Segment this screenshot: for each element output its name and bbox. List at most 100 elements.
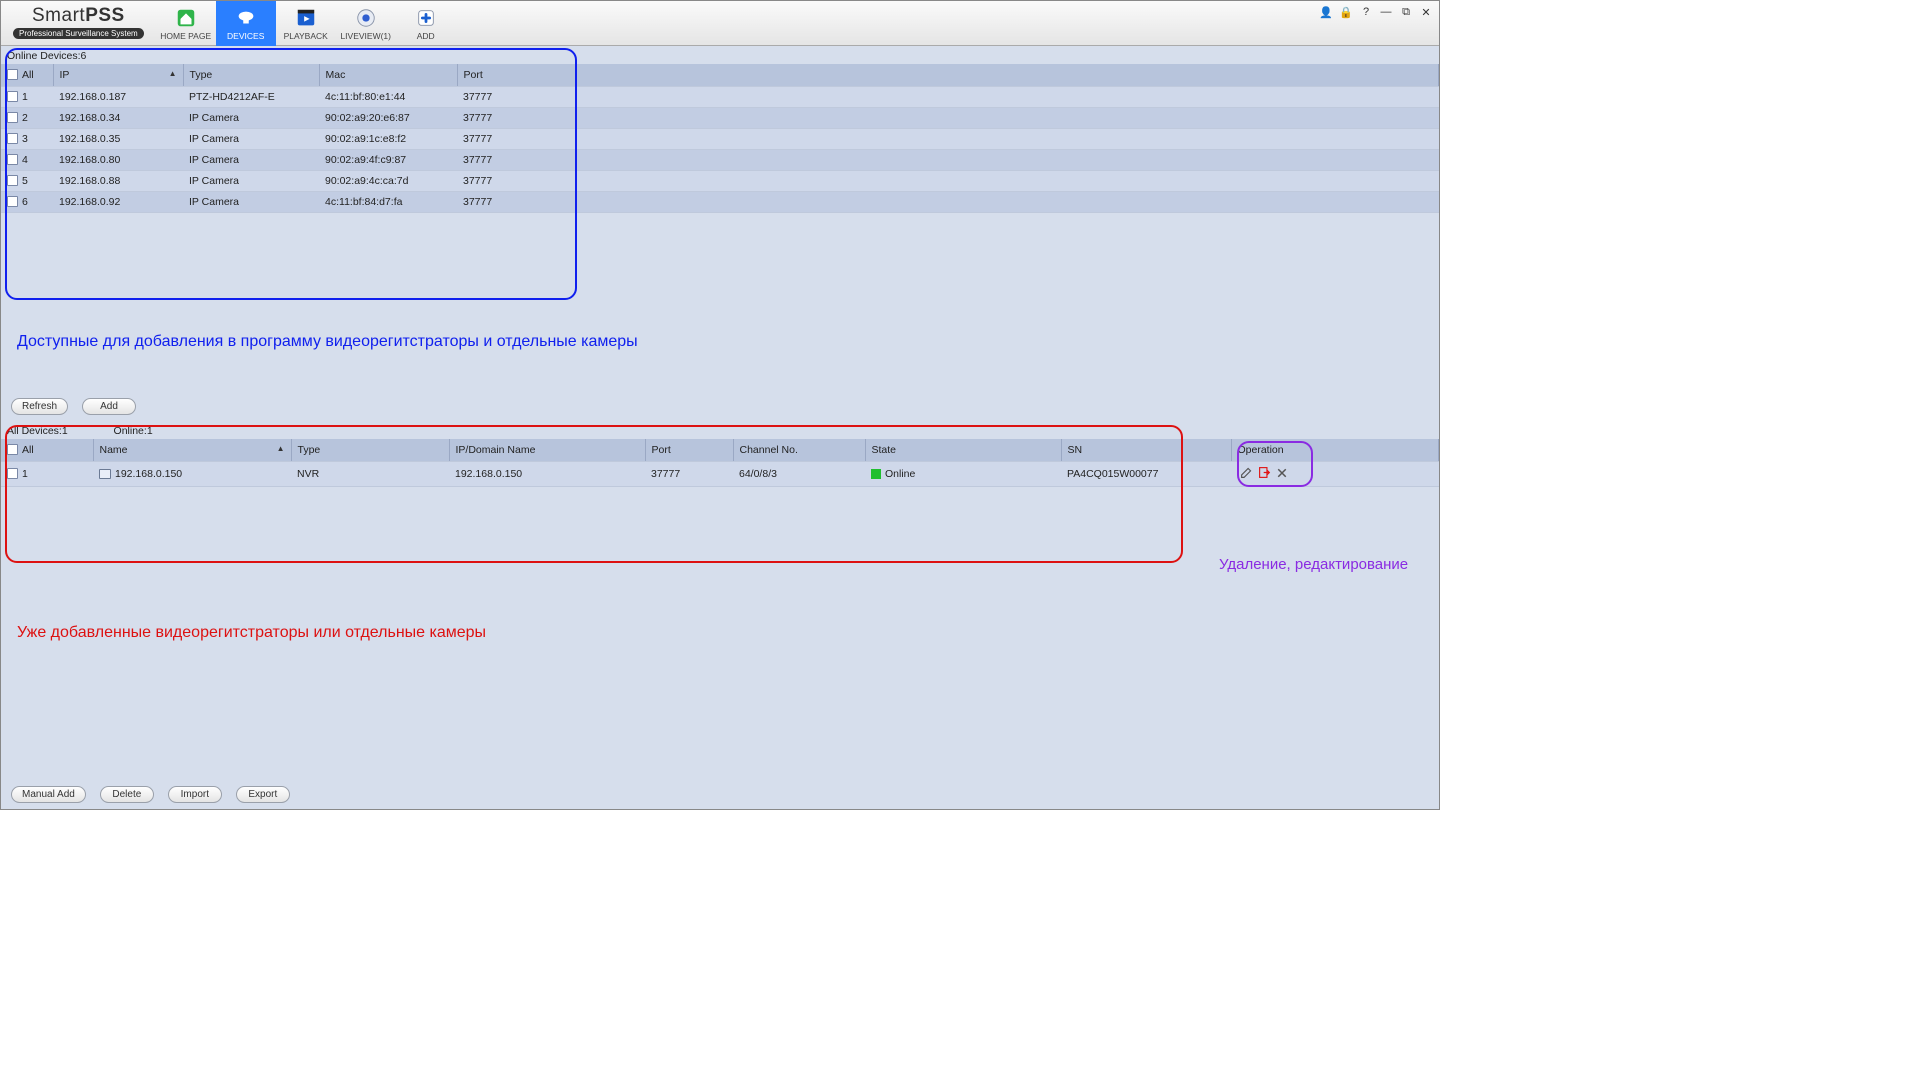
col-port[interactable]: Port <box>457 64 1439 86</box>
table-header-row: All Name▲ Type IP/Domain Name Port Chann… <box>1 439 1439 461</box>
row-checkbox[interactable] <box>7 133 18 144</box>
all-devices-pane: All Devices:1 Online:1 All Name▲ Type IP… <box>1 421 1439 809</box>
user-icon[interactable]: 👤 <box>1319 5 1333 19</box>
brand-subtitle: Professional Surveillance System <box>13 28 144 39</box>
table-row[interactable]: 6192.168.0.92IP Camera4c:11:bf:84:d7:fa3… <box>1 191 1439 212</box>
all-buttons-row: Manual Add Delete Import Export <box>1 780 1439 809</box>
cell-type: IP Camera <box>183 191 319 212</box>
annotation-added-caption: Уже добавленные видеорегитстраторы или о… <box>17 624 486 642</box>
row-checkbox[interactable] <box>7 196 18 207</box>
col-all[interactable]: All <box>1 439 93 461</box>
cell-ip: 192.168.0.80 <box>53 149 183 170</box>
brand-title: SmartPSS <box>32 5 125 27</box>
col-name[interactable]: Name▲ <box>93 439 291 461</box>
main-tabs: HOME PAGE DEVICES PLAYBACK LIVEVIEW(1) A… <box>156 1 456 46</box>
tab-playback[interactable]: PLAYBACK <box>276 1 336 46</box>
cell-ip: 192.168.0.88 <box>53 170 183 191</box>
row-checkbox[interactable] <box>7 112 18 123</box>
import-button[interactable]: Import <box>168 786 222 803</box>
col-port[interactable]: Port <box>645 439 733 461</box>
cell-operation <box>1231 461 1439 487</box>
col-ip[interactable]: IP▲ <box>53 64 183 86</box>
cell-mac: 4c:11:bf:80:e1:44 <box>319 86 457 107</box>
col-type[interactable]: Type <box>291 439 449 461</box>
help-icon[interactable]: ? <box>1359 5 1373 19</box>
col-all[interactable]: All <box>1 64 53 86</box>
table-row[interactable]: 1192.168.0.150NVR192.168.0.1503777764/0/… <box>1 461 1439 487</box>
tab-home-page[interactable]: HOME PAGE <box>156 1 216 46</box>
cell-type: IP Camera <box>183 128 319 149</box>
sort-asc-icon: ▲ <box>169 69 177 78</box>
delete-button[interactable]: Delete <box>100 786 154 803</box>
col-sn[interactable]: SN <box>1061 439 1231 461</box>
table-header-row: All IP▲ Type Mac Port <box>1 64 1439 86</box>
cell-type: NVR <box>291 461 449 487</box>
cell-port: 37777 <box>457 86 1439 107</box>
cell-type: IP Camera <box>183 149 319 170</box>
lock-icon[interactable]: 🔒 <box>1339 5 1353 19</box>
row-checkbox[interactable] <box>7 468 18 479</box>
cell-port: 37777 <box>457 170 1439 191</box>
tab-add[interactable]: ADD <box>396 1 456 46</box>
col-ipdn[interactable]: IP/Domain Name <box>449 439 645 461</box>
cell-mac: 90:02:a9:1c:e8:f2 <box>319 128 457 149</box>
cell-ip: 192.168.0.92 <box>53 191 183 212</box>
col-type[interactable]: Type <box>183 64 319 86</box>
all-devices-table-wrap: All Name▲ Type IP/Domain Name Port Chann… <box>1 439 1439 487</box>
col-state[interactable]: State <box>865 439 1061 461</box>
refresh-button[interactable]: Refresh <box>11 398 68 415</box>
cell-type: PTZ-HD4212AF-E <box>183 86 319 107</box>
tab-liveview[interactable]: LIVEVIEW(1) <box>336 1 396 46</box>
export-button[interactable]: Export <box>236 786 290 803</box>
checkbox-all[interactable] <box>7 69 18 80</box>
cell-type: IP Camera <box>183 107 319 128</box>
annotation-operation-caption: Удаление, редактирование <box>1219 556 1419 573</box>
devices-icon <box>235 7 257 29</box>
liveview-icon <box>355 7 377 29</box>
cell-mac: 4c:11:bf:84:d7:fa <box>319 191 457 212</box>
sort-asc-icon: ▲ <box>277 444 285 453</box>
tab-devices[interactable]: DEVICES <box>216 1 276 46</box>
table-row[interactable]: 3192.168.0.35IP Camera90:02:a9:1c:e8:f23… <box>1 128 1439 149</box>
logout-icon[interactable] <box>1257 466 1271 480</box>
state-online-icon <box>871 469 881 479</box>
online-devices-table-wrap: All IP▲ Type Mac Port 1192.168.0.187PTZ-… <box>1 64 1439 213</box>
cell-ip: 192.168.0.187 <box>53 86 183 107</box>
all-devices-label: All Devices:1 Online:1 <box>1 421 1439 439</box>
content: Online Devices:6 All IP▲ Type Mac Port 1… <box>1 46 1439 809</box>
manual-add-button[interactable]: Manual Add <box>11 786 86 803</box>
delete-icon[interactable] <box>1275 466 1289 480</box>
cell-ip: 192.168.0.35 <box>53 128 183 149</box>
cell-ipdn: 192.168.0.150 <box>449 461 645 487</box>
annotation-online-caption: Доступные для добавления в программу вид… <box>17 333 638 351</box>
row-checkbox[interactable] <box>7 91 18 102</box>
col-mac[interactable]: Mac <box>319 64 457 86</box>
edit-icon[interactable] <box>1239 466 1253 480</box>
cell-port: 37777 <box>457 128 1439 149</box>
col-operation[interactable]: Operation <box>1231 439 1439 461</box>
minimize-icon[interactable]: — <box>1379 5 1393 19</box>
table-row[interactable]: 2192.168.0.34IP Camera90:02:a9:20:e6:873… <box>1 107 1439 128</box>
row-checkbox[interactable] <box>7 175 18 186</box>
cell-mac: 90:02:a9:4c:ca:7d <box>319 170 457 191</box>
maximize-icon[interactable]: ⧉ <box>1399 5 1413 19</box>
table-row[interactable]: 1192.168.0.187PTZ-HD4212AF-E4c:11:bf:80:… <box>1 86 1439 107</box>
checkbox-all[interactable] <box>7 444 18 455</box>
cell-name: 192.168.0.150 <box>93 461 291 487</box>
cell-mac: 90:02:a9:20:e6:87 <box>319 107 457 128</box>
col-channel[interactable]: Channel No. <box>733 439 865 461</box>
cell-port: 37777 <box>645 461 733 487</box>
online-buttons-row: Refresh Add <box>1 392 1439 421</box>
brand: SmartPSS Professional Surveillance Syste… <box>1 1 156 39</box>
add-button[interactable]: Add <box>82 398 136 415</box>
add-icon <box>415 7 437 29</box>
table-row[interactable]: 5192.168.0.88IP Camera90:02:a9:4c:ca:7d3… <box>1 170 1439 191</box>
cell-type: IP Camera <box>183 170 319 191</box>
row-checkbox[interactable] <box>7 154 18 165</box>
titlebar: SmartPSS Professional Surveillance Syste… <box>1 1 1439 46</box>
close-icon[interactable]: ✕ <box>1419 5 1433 19</box>
cell-sn: PA4CQ015W00077 <box>1061 461 1231 487</box>
cell-channel: 64/0/8/3 <box>733 461 865 487</box>
table-row[interactable]: 4192.168.0.80IP Camera90:02:a9:4f:c9:873… <box>1 149 1439 170</box>
device-icon <box>99 469 111 479</box>
